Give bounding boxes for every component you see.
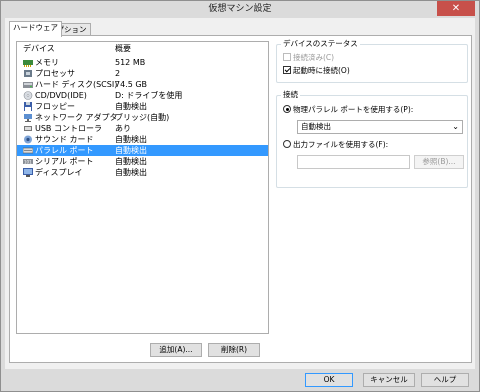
- column-header-summary[interactable]: 概要: [115, 42, 131, 56]
- memory-icon: [23, 58, 33, 67]
- sound-card-icon: [23, 135, 33, 144]
- usb-icon: [23, 124, 33, 133]
- svg-text:101: 101: [24, 160, 32, 165]
- device-list[interactable]: デバイス 概要 メモリ 512 MB プロセッサ 2 ハード ディスク(SCSI…: [16, 41, 269, 334]
- display-icon: [23, 168, 33, 177]
- device-status-label: デバイスのステータス: [281, 39, 360, 49]
- connect-at-power-on-checkbox[interactable]: 起動時に接続(O): [283, 66, 350, 76]
- processor-icon: [23, 69, 33, 78]
- parallel-port-icon: [22, 146, 34, 155]
- checkbox-box: [283, 53, 291, 61]
- device-row-network-adapter[interactable]: ネットワーク アダプタ ブリッジ(自動): [17, 112, 268, 123]
- device-row-cd-dvd[interactable]: CD/DVD(IDE) D: ドライブを使用: [17, 90, 268, 101]
- browse-button[interactable]: 参照(B)...: [414, 155, 464, 169]
- use-physical-parallel-port-radio[interactable]: 物理パラレル ポートを使用する(P):: [283, 105, 413, 115]
- floppy-icon: [23, 102, 33, 111]
- use-output-file-radio[interactable]: 出力ファイルを使用する(F):: [283, 140, 388, 150]
- serial-port-icon: 101: [23, 157, 33, 166]
- device-row-sound-card[interactable]: サウンド カード 自動検出: [17, 134, 268, 145]
- radio-circle: [283, 105, 291, 113]
- connected-checkbox[interactable]: 接続済み(C): [283, 53, 334, 63]
- close-icon: ✕: [451, 3, 461, 14]
- checkbox-box: [283, 66, 291, 74]
- physical-port-select[interactable]: 自動検出 ⌄: [297, 120, 463, 134]
- tab-hardware[interactable]: ハードウェア: [9, 21, 62, 37]
- output-file-input[interactable]: [297, 155, 410, 169]
- network-adapter-icon: [23, 113, 33, 122]
- device-row-serial-port[interactable]: 101 シリアル ポート 自動検出: [17, 156, 268, 167]
- hard-disk-icon: [23, 80, 33, 89]
- device-row-parallel-port[interactable]: パラレル ポート 自動検出: [17, 145, 268, 156]
- device-row-display[interactable]: ディスプレイ 自動検出: [17, 167, 268, 178]
- chevron-down-icon: ⌄: [452, 122, 459, 131]
- device-status-group: デバイスのステータス 接続済み(C) 起動時に接続(O): [276, 39, 468, 83]
- window-title: 仮想マシン設定: [208, 4, 272, 14]
- device-row-usb-controller[interactable]: USB コントローラ あり: [17, 123, 268, 134]
- device-list-header: デバイス 概要: [17, 42, 268, 56]
- device-row-hard-disk[interactable]: ハード ディスク(SCSI) 74.5 GB: [17, 79, 268, 90]
- remove-button[interactable]: 削除(R): [208, 343, 260, 357]
- hardware-panel: デバイス 概要 メモリ 512 MB プロセッサ 2 ハード ディスク(SCSI…: [9, 35, 472, 363]
- vm-settings-window: 仮想マシン設定 ✕ ハードウェア オプション デバイス 概要 メモリ 512 M…: [0, 0, 480, 392]
- radio-circle: [283, 140, 291, 148]
- connection-label: 接続: [281, 90, 300, 100]
- connection-group: 接続 物理パラレル ポートを使用する(P): 自動検出 ⌄ 出力ファイルを使用す…: [276, 90, 468, 188]
- cancel-button[interactable]: キャンセル: [363, 373, 415, 387]
- cd-dvd-icon: [23, 91, 33, 100]
- help-button[interactable]: ヘルプ: [421, 373, 469, 387]
- ok-button[interactable]: OK: [305, 373, 353, 387]
- title-bar[interactable]: 仮想マシン設定 ✕: [1, 1, 479, 17]
- dialog-client: ハードウェア オプション デバイス 概要 メモリ 512 MB プロセッサ 2 …: [5, 18, 475, 369]
- device-row-floppy[interactable]: フロッピー 自動検出: [17, 101, 268, 112]
- close-button[interactable]: ✕: [437, 1, 475, 16]
- device-row-memory[interactable]: メモリ 512 MB: [17, 57, 268, 68]
- column-header-device[interactable]: デバイス: [23, 42, 55, 56]
- add-button[interactable]: 追加(A)...: [150, 343, 202, 357]
- device-row-processor[interactable]: プロセッサ 2: [17, 68, 268, 79]
